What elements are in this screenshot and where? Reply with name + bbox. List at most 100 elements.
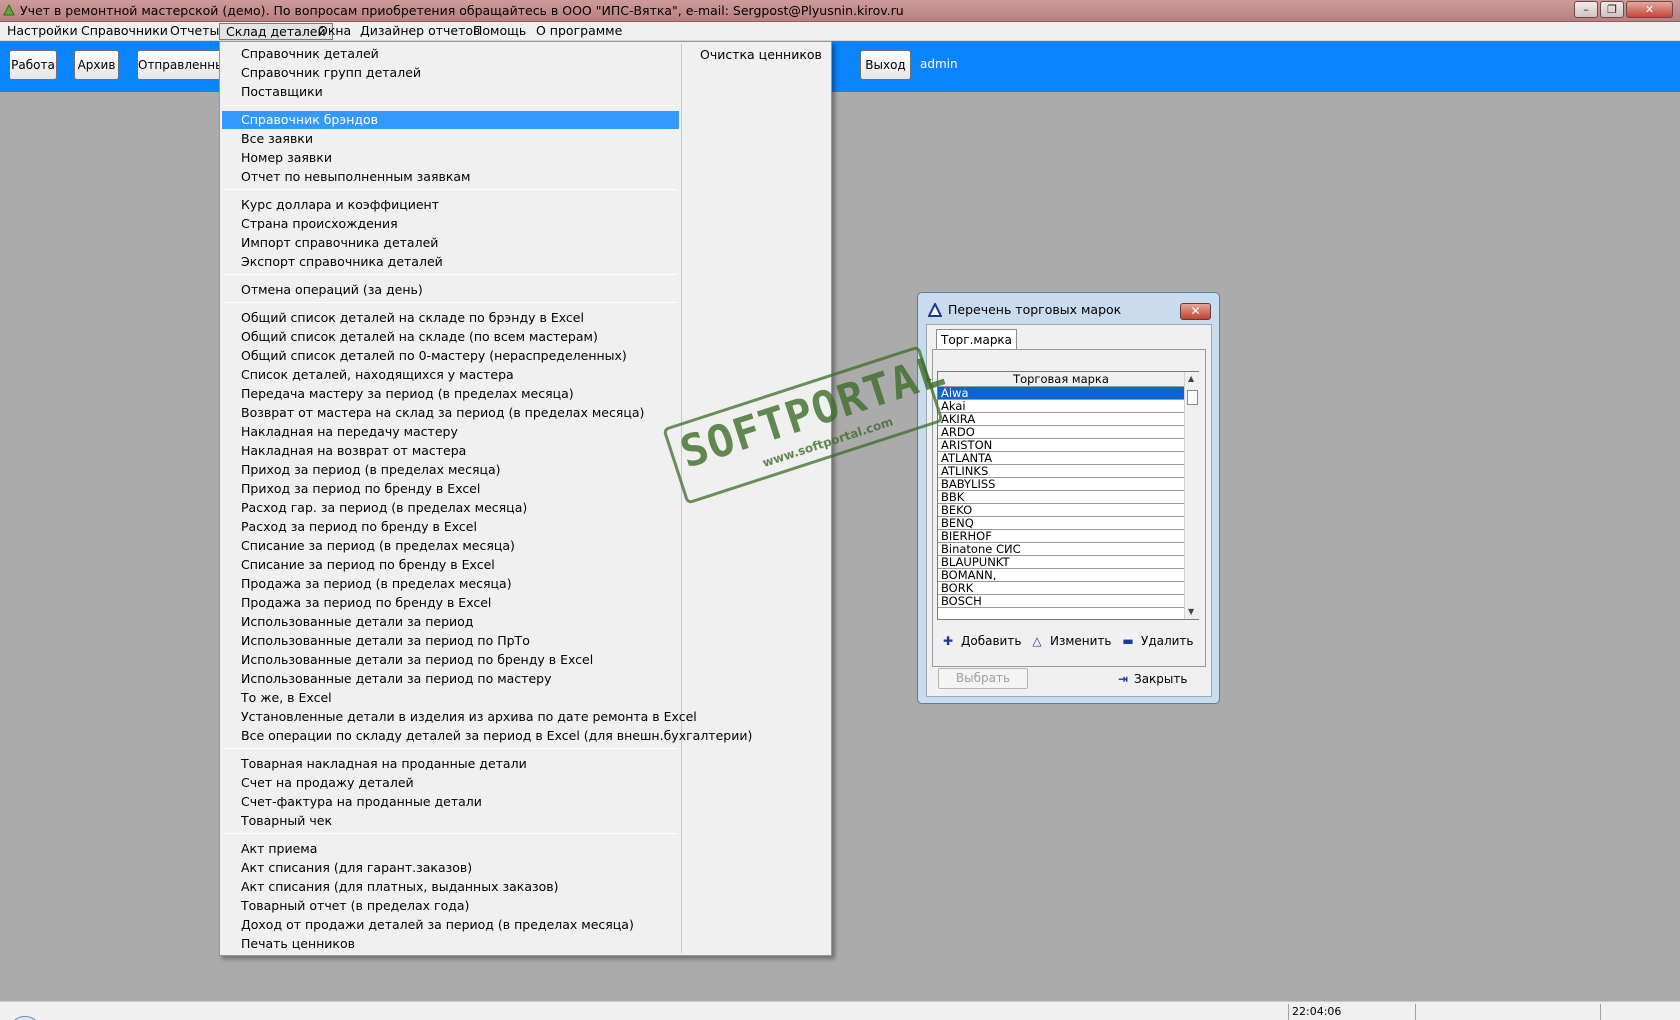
menu-item[interactable]: Товарная накладная на проданные детали	[222, 755, 679, 773]
archive-button[interactable]: Архив	[74, 50, 119, 80]
vertical-scrollbar[interactable]: ▲ ▼	[1184, 372, 1199, 619]
menu-item[interactable]: Все операции по складу деталей за период…	[222, 727, 752, 745]
menu-item-export-parts[interactable]: Экспорт справочника деталей	[222, 253, 679, 271]
add-button[interactable]: ✚ Добавить	[941, 633, 1021, 649]
dialog-close-button[interactable]: ✕	[1180, 303, 1211, 320]
triangle-icon: △	[1032, 634, 1042, 648]
minimize-button[interactable]: –	[1574, 1, 1598, 18]
menu-item[interactable]: Использованные детали за период	[222, 613, 679, 631]
menu-item[interactable]: Возврат от мастера на склад за период (в…	[222, 404, 679, 422]
delete-label: Удалить	[1141, 634, 1194, 648]
menu-item[interactable]: Акт списания (для гарант.заказов)	[222, 859, 679, 877]
menu-item[interactable]: Списание за период по бренду в Excel	[222, 556, 679, 574]
triangle-icon	[928, 303, 942, 317]
menu-item[interactable]: Общий список деталей на складе по брэнду…	[222, 309, 679, 327]
scroll-thumb[interactable]	[1187, 390, 1198, 405]
restore-button[interactable]: ❐	[1600, 1, 1624, 18]
select-button[interactable]: Выбрать	[938, 668, 1028, 689]
plus-icon: ✚	[942, 634, 954, 648]
menu-separator	[224, 748, 677, 749]
menu-separator	[224, 833, 677, 834]
menu-separator	[224, 302, 677, 303]
status-indicator	[8, 1016, 42, 1020]
menu-item[interactable]: То же, в Excel	[222, 689, 679, 707]
menu-about[interactable]: О программе	[530, 23, 628, 40]
menu-item-dollar-rate[interactable]: Курс доллара и коэффициент	[222, 196, 679, 214]
edit-button[interactable]: △ Изменить	[1030, 633, 1112, 649]
menu-item[interactable]: Товарный отчет (в пределах года)	[222, 897, 679, 915]
close-window-button[interactable]: ✕	[1626, 1, 1673, 18]
menu-item-print-price-tags[interactable]: Печать ценников	[222, 935, 679, 953]
menu-item[interactable]: Продажа за период по бренду в Excel	[222, 594, 679, 612]
menu-item-origin-country[interactable]: Страна происхождения	[222, 215, 679, 233]
menu-item[interactable]: Использованные детали за период по масте…	[222, 670, 679, 688]
current-user: admin	[920, 57, 958, 71]
menu-item[interactable]: Акт списания (для платных, выданных зака…	[222, 878, 679, 896]
app-icon	[3, 3, 15, 16]
status-cell	[1600, 1004, 1680, 1020]
menu-help[interactable]: Помощь	[467, 23, 532, 40]
menu-item-clear-price-tags[interactable]: Очистка ценников	[700, 46, 822, 64]
table-row[interactable]: BOSCH	[938, 595, 1184, 608]
menu-item[interactable]: Доход от продажи деталей за период (в пр…	[222, 916, 679, 934]
menu-item-cancel-operations[interactable]: Отмена операций (за день)	[222, 281, 679, 299]
menu-item[interactable]: Акт приема	[222, 840, 679, 858]
menu-windows[interactable]: Окна	[312, 23, 357, 40]
menu-item-parts-directory[interactable]: Справочник деталей	[222, 45, 679, 63]
menu-item[interactable]: Счет-фактура на проданные детали	[222, 793, 679, 811]
menu-settings[interactable]: Настройки	[1, 23, 84, 40]
menu-item-suppliers[interactable]: Поставщики	[222, 83, 679, 101]
brands-grid[interactable]: Торговая марка Aiwa Akai AKIRA ARDO ARIS…	[937, 371, 1199, 620]
edit-label: Изменить	[1050, 634, 1112, 648]
table-row[interactable]: BABYLISS	[938, 478, 1184, 491]
tab-brand[interactable]: Торг.марка	[936, 329, 1018, 350]
table-row[interactable]: BEKO	[938, 504, 1184, 517]
parts-warehouse-menu: Справочник деталей Справочник групп дета…	[219, 41, 832, 956]
menu-item-request-number[interactable]: Номер заявки	[222, 149, 679, 167]
menu-item-import-parts[interactable]: Импорт справочника деталей	[222, 234, 679, 252]
menu-item[interactable]: Использованные детали за период по ПрТо	[222, 632, 679, 650]
menu-item[interactable]: Использованные детали за период по бренд…	[222, 651, 679, 669]
menu-item[interactable]: Общий список деталей на складе (по всем …	[222, 328, 679, 346]
menu-item[interactable]: Накладная на возврат от мастера	[222, 442, 679, 460]
menu-item[interactable]: Общий список деталей по 0-мастеру (нерас…	[222, 347, 679, 365]
status-bar: 22:04:06	[0, 1001, 1680, 1020]
scroll-up-icon[interactable]: ▲	[1188, 374, 1194, 383]
delete-button[interactable]: ▬ Удалить	[1121, 633, 1194, 649]
dialog-title: Перечень торговых марок	[948, 302, 1122, 317]
table-row[interactable]: AKIRA	[938, 413, 1184, 426]
menu-item[interactable]: Расход гар. за период (в пределах месяца…	[222, 499, 679, 517]
menu-item[interactable]: Накладная на передачу мастеру	[222, 423, 679, 441]
scroll-down-icon[interactable]: ▼	[1188, 607, 1194, 616]
menu-item[interactable]: Установленные детали в изделия из архива…	[222, 708, 697, 726]
menu-item[interactable]: Расход за период по бренду в Excel	[222, 518, 679, 536]
menu-item-part-groups[interactable]: Справочник групп деталей	[222, 64, 679, 82]
title-bar: Учет в ремонтной мастерской (демо). По в…	[0, 0, 1680, 22]
column-header-brand[interactable]: Торговая марка	[938, 372, 1184, 387]
menu-item[interactable]: Приход за период по бренду в Excel	[222, 480, 679, 498]
close-dialog-label: Закрыть	[1134, 672, 1188, 686]
table-row[interactable]: BOMANN,	[938, 569, 1184, 582]
menu-item[interactable]: Передача мастеру за период (в пределах м…	[222, 385, 679, 403]
menu-item-unfulfilled-report[interactable]: Отчет по невыполненным заявкам	[222, 168, 679, 186]
menu-item[interactable]: Товарный чек	[222, 812, 679, 830]
menu-directories[interactable]: Справочники	[75, 23, 174, 40]
minus-icon: ▬	[1122, 634, 1134, 648]
table-row[interactable]: Aiwa	[938, 387, 1184, 400]
exit-button[interactable]: Выход	[860, 50, 911, 80]
menu-item[interactable]: Списание за период (в пределах месяца)	[222, 537, 679, 555]
menu-item[interactable]: Список деталей, находящихся у мастера	[222, 366, 679, 384]
add-label: Добавить	[961, 634, 1022, 648]
menu-item-all-requests[interactable]: Все заявки	[222, 130, 679, 148]
menu-separator	[224, 189, 677, 190]
menu-reports[interactable]: Отчеты	[164, 23, 225, 40]
sent-button[interactable]: Отправленные	[137, 50, 227, 80]
column-separator	[681, 44, 682, 953]
close-dialog-button[interactable]: ⇥ Закрыть	[1118, 671, 1187, 687]
table-row[interactable]: BBK	[938, 491, 1184, 504]
menu-item[interactable]: Счет на продажу деталей	[222, 774, 679, 792]
menu-item-brands-directory[interactable]: Справочник брэндов	[222, 111, 679, 129]
work-button[interactable]: Работа	[9, 50, 57, 80]
menu-item[interactable]: Приход за период (в пределах месяца)	[222, 461, 679, 479]
menu-item[interactable]: Продажа за период (в пределах месяца)	[222, 575, 679, 593]
